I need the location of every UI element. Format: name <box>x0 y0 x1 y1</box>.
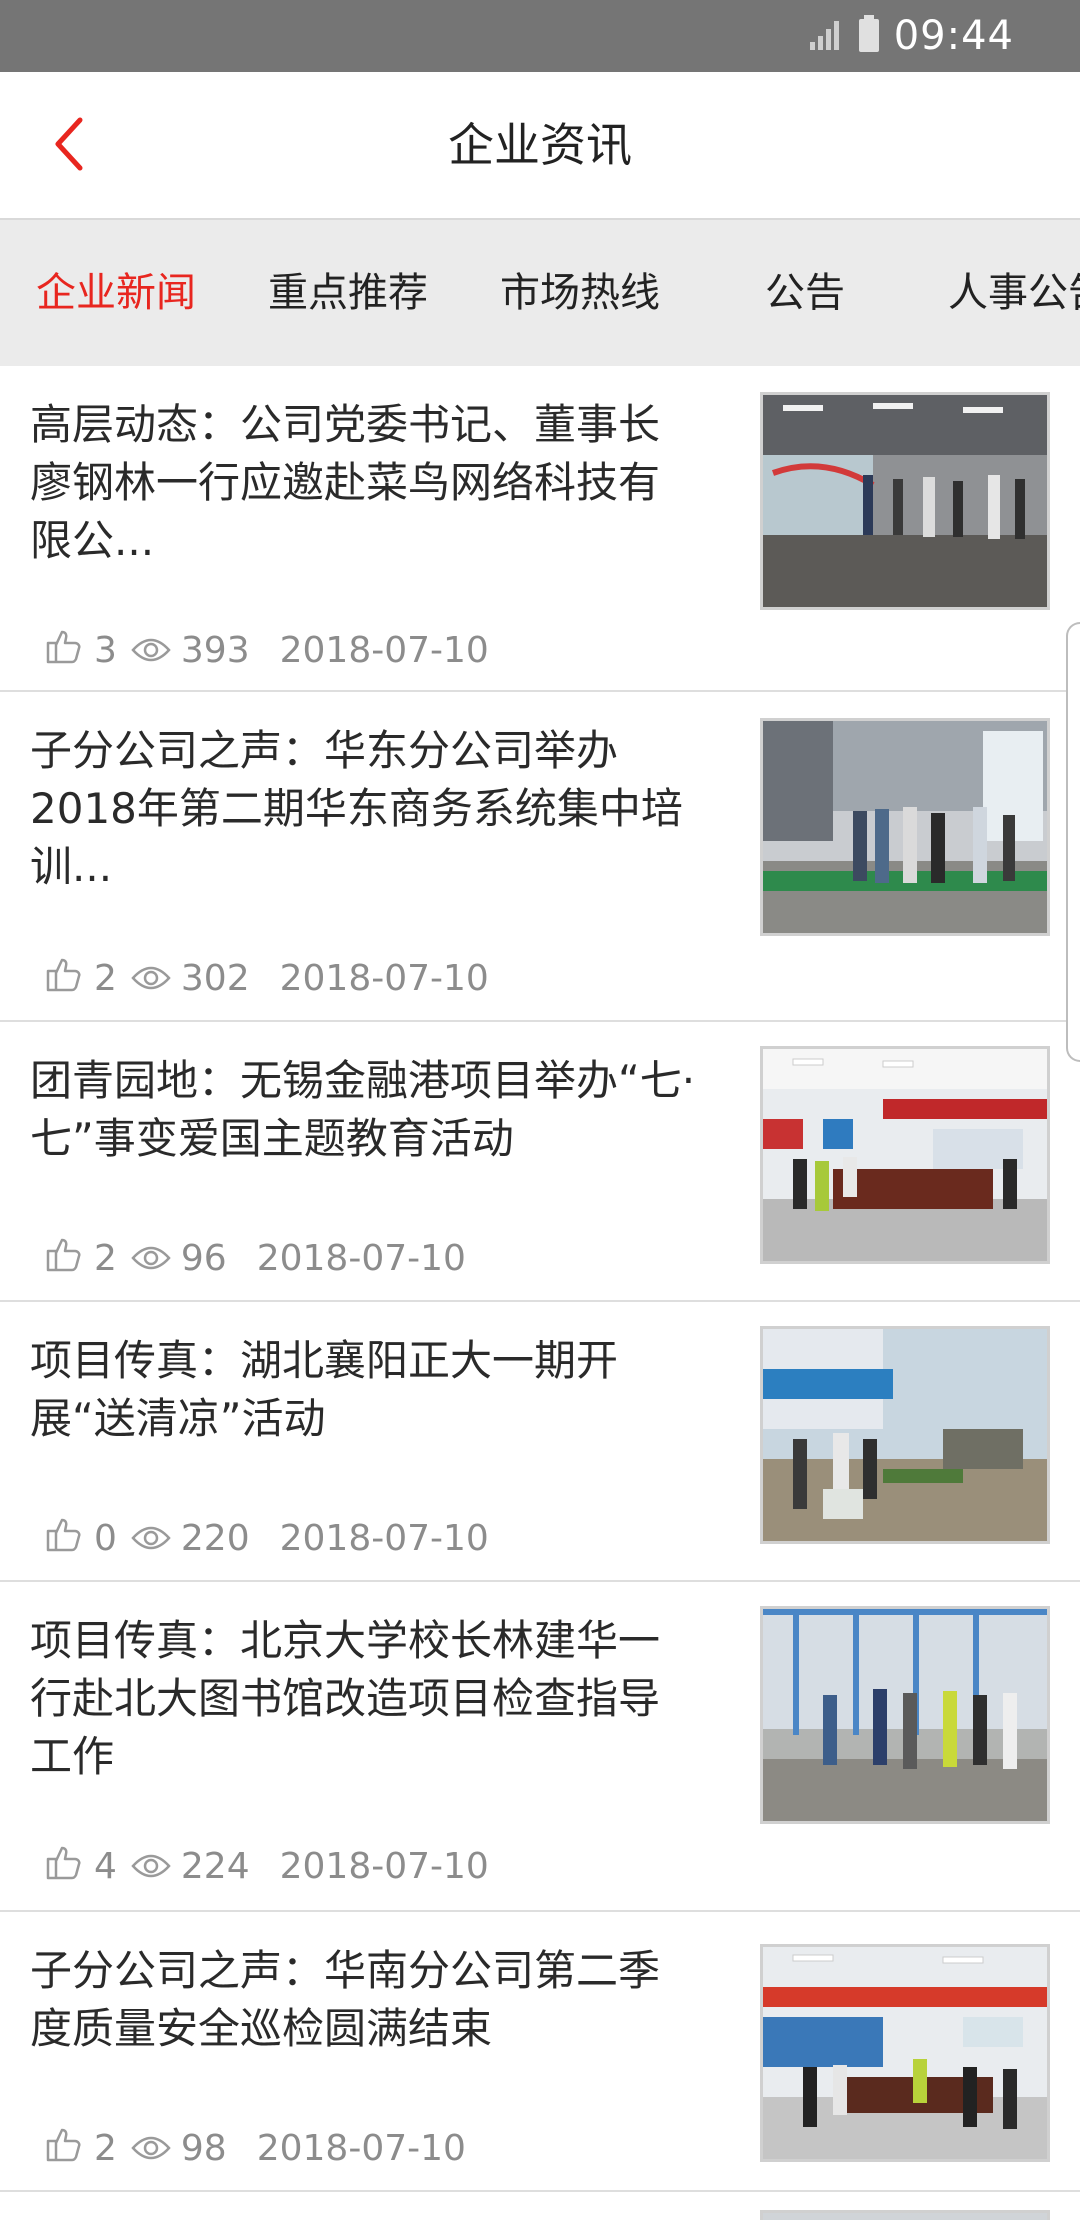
thumbs-up-icon[interactable] <box>44 2124 84 2173</box>
news-meta: 3 393 2018-07-10 <box>44 628 489 672</box>
side-pull-handle[interactable] <box>1066 622 1080 1062</box>
page-title: 企业资讯 <box>448 118 632 172</box>
news-title: 团青园地：无锡金融港项目举办“七·七”事变爱国主题教育活动 <box>30 1056 696 1163</box>
thumbs-up-icon[interactable] <box>44 1514 84 1563</box>
news-thumbnail[interactable] <box>760 1046 1050 1264</box>
news-meta: 2 98 2018-07-10 <box>44 2126 466 2170</box>
view-count: 98 <box>180 2127 227 2169</box>
tab-enterprise-news[interactable]: 企业新闻 <box>36 220 196 366</box>
news-meta: 2 302 2018-07-10 <box>44 956 489 1000</box>
view-count: 224 <box>180 1845 250 1887</box>
view-count: 96 <box>180 1237 227 1279</box>
tab-personnel-announcements[interactable]: 人事公告 <box>948 220 1080 366</box>
battery-icon <box>858 15 880 57</box>
news-item[interactable] <box>0 2192 1080 2220</box>
signal-icon <box>808 18 844 54</box>
news-meta: 4 224 2018-07-10 <box>44 1844 489 1888</box>
like-count: 2 <box>94 957 117 999</box>
publish-date: 2018-07-10 <box>279 1517 489 1559</box>
news-thumbnail[interactable] <box>760 718 1050 936</box>
news-thumbnail[interactable] <box>760 1606 1050 1824</box>
thumbs-up-icon[interactable] <box>44 626 84 675</box>
tab-featured[interactable]: 重点推荐 <box>268 220 428 366</box>
news-title: 子分公司之声：华南分公司第二季度质量安全巡检圆满结束 <box>30 1946 661 2053</box>
like-count: 0 <box>94 1517 117 1559</box>
thumbs-up-icon[interactable] <box>44 1842 84 1891</box>
publish-date: 2018-07-10 <box>256 2127 466 2169</box>
news-title: 项目传真：湖北襄阳正大一期开展“送清凉”活动 <box>30 1336 619 1443</box>
publish-date: 2018-07-10 <box>279 1845 489 1887</box>
news-thumbnail[interactable] <box>760 2210 1050 2220</box>
status-time: 09:44 <box>893 13 1014 59</box>
publish-date: 2018-07-10 <box>279 957 489 999</box>
eye-icon <box>131 1852 171 1880</box>
eye-icon <box>131 1524 171 1552</box>
publish-date: 2018-07-10 <box>256 1237 466 1279</box>
news-item[interactable]: 高层动态：公司党委书记、董事长廖钢林一行应邀赴菜鸟网络科技有限公... 3 39… <box>0 366 1080 692</box>
thumbs-up-icon[interactable] <box>44 954 84 1003</box>
like-count: 3 <box>94 629 117 671</box>
like-count: 2 <box>94 2127 117 2169</box>
eye-icon <box>131 2134 171 2162</box>
tab-announcements[interactable]: 公告 <box>765 220 845 366</box>
news-thumbnail[interactable] <box>760 1944 1050 2162</box>
view-count: 302 <box>180 957 250 999</box>
news-item[interactable]: 项目传真：北京大学校长林建华一行赴北大图书馆改造项目检查指导工作 4 224 2… <box>0 1582 1080 1912</box>
news-thumbnail[interactable] <box>760 1326 1050 1544</box>
like-count: 2 <box>94 1237 117 1279</box>
eye-icon <box>131 636 171 664</box>
news-meta: 2 96 2018-07-10 <box>44 1236 466 1280</box>
news-title: 项目传真：北京大学校长林建华一行赴北大图书馆改造项目检查指导工作 <box>30 1616 661 1781</box>
news-item[interactable]: 团青园地：无锡金融港项目举办“七·七”事变爱国主题教育活动 2 96 2018-… <box>0 1022 1080 1302</box>
news-item[interactable]: 子分公司之声：华南分公司第二季度质量安全巡检圆满结束 2 98 2018-07-… <box>0 1912 1080 2192</box>
view-count: 393 <box>180 629 250 671</box>
status-icons: 09:44 <box>808 0 1014 72</box>
like-count: 4 <box>94 1845 117 1887</box>
eye-icon <box>131 964 171 992</box>
status-bar: 09:44 <box>0 0 1080 72</box>
publish-date: 2018-07-10 <box>279 629 489 671</box>
category-tabs: 企业新闻 重点推荐 市场热线 公告 人事公告 <box>0 220 1080 366</box>
eye-icon <box>131 1244 171 1272</box>
news-title: 高层动态：公司党委书记、董事长廖钢林一行应邀赴菜鸟网络科技有限公... <box>30 400 661 565</box>
news-thumbnail[interactable] <box>760 392 1050 610</box>
tab-market-hotline[interactable]: 市场热线 <box>500 220 660 366</box>
thumbs-up-icon[interactable] <box>44 1234 84 1283</box>
news-meta: 0 220 2018-07-10 <box>44 1516 489 1560</box>
news-item[interactable]: 子分公司之声：华东分公司举办2018年第二期华东商务系统集中培训... 2 30… <box>0 692 1080 1022</box>
news-title: 子分公司之声：华东分公司举办2018年第二期华东商务系统集中培训... <box>30 726 683 891</box>
view-count: 220 <box>180 1517 250 1559</box>
news-item[interactable]: 项目传真：湖北襄阳正大一期开展“送清凉”活动 0 220 2018-07-10 <box>0 1302 1080 1582</box>
app-bar: 企业资讯 <box>0 72 1080 220</box>
